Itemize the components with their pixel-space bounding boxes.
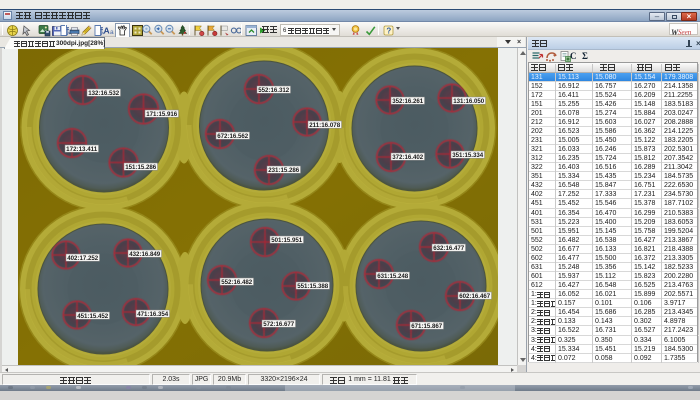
svg-text:602:16.467: 602:16.467 xyxy=(459,293,491,300)
svg-text:501:15.951: 501:15.951 xyxy=(271,237,303,244)
svg-text:a: a xyxy=(110,29,114,36)
svg-text:352:16.261: 352:16.261 xyxy=(392,98,424,105)
svg-text:172:13.411: 172:13.411 xyxy=(66,146,98,153)
svg-text:211:16.078: 211:16.078 xyxy=(309,122,341,129)
svg-text:132:16.532: 132:16.532 xyxy=(88,90,120,97)
svg-text:552:16.482: 552:16.482 xyxy=(221,279,253,286)
svg-text:402:17.252: 402:17.252 xyxy=(67,255,99,262)
svg-text:?: ? xyxy=(386,27,391,36)
svg-text:631:15.248: 631:15.248 xyxy=(377,273,409,280)
svg-text:632:16.477: 632:16.477 xyxy=(433,245,465,252)
svg-text:351:15.334: 351:15.334 xyxy=(452,152,484,159)
svg-text:551:15.388: 551:15.388 xyxy=(297,283,329,290)
svg-text:672:16.562: 672:16.562 xyxy=(217,133,249,140)
svg-text:372:16.402: 372:16.402 xyxy=(392,154,424,161)
svg-text:432:16.849: 432:16.849 xyxy=(129,251,161,258)
svg-text:471:16.354: 471:16.354 xyxy=(137,311,169,318)
svg-text:231:15.286: 231:15.286 xyxy=(268,167,300,174)
svg-text:Seen: Seen xyxy=(678,29,692,37)
svg-text:131:16.050: 131:16.050 xyxy=(453,98,485,105)
svg-text:451:15.452: 451:15.452 xyxy=(77,313,109,320)
svg-text:671:15.867: 671:15.867 xyxy=(411,323,443,330)
svg-text:A: A xyxy=(103,26,109,36)
svg-text:151:15.286: 151:15.286 xyxy=(125,164,157,171)
svg-text:572:16.677: 572:16.677 xyxy=(263,321,295,328)
svg-text:552:16.312: 552:16.312 xyxy=(258,87,290,94)
svg-text:171:15.916: 171:15.916 xyxy=(146,111,178,118)
